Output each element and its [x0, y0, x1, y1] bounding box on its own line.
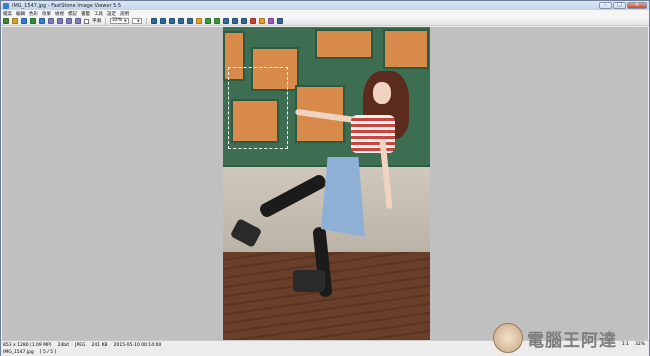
save-as-icon[interactable]: [30, 18, 36, 24]
print-icon[interactable]: [39, 18, 45, 24]
wallpaper-icon[interactable]: [267, 18, 274, 24]
save-icon[interactable]: [21, 18, 27, 24]
menu-bookmarks[interactable]: 書籤: [81, 11, 90, 17]
file-index: [ 5 / 5 ]: [39, 350, 57, 355]
photo-skirt: [321, 157, 365, 237]
zoom-actual-icon[interactable]: [75, 18, 81, 24]
flip-vertical-icon[interactable]: [177, 18, 184, 24]
open-icon[interactable]: [3, 18, 9, 24]
zoom-fit-icon[interactable]: [66, 18, 72, 24]
browse-folder-icon[interactable]: [12, 18, 18, 24]
menu-settings[interactable]: 設定: [107, 11, 116, 17]
menu-bar: 檔案 編輯 色彩 效果 檢視 標記 書籤 工具 設定 說明: [1, 10, 649, 17]
chevron-down-icon: ▼: [137, 19, 140, 23]
menu-view[interactable]: 檢視: [55, 11, 64, 17]
toolbar-separator: [145, 17, 147, 25]
toolbar: 平滑 32% ▼ ▼: [1, 17, 649, 26]
image-viewport[interactable]: [2, 27, 648, 340]
flip-horizontal-icon[interactable]: [168, 18, 175, 24]
photo-face: [373, 82, 391, 104]
image-dimensions: 853 x 1280 (1.09 MP): [3, 343, 52, 348]
displayed-photo[interactable]: [223, 27, 430, 340]
rotate-right-icon[interactable]: [159, 18, 166, 24]
zoom-in-icon[interactable]: [48, 18, 54, 24]
window-controls: – □ ×: [599, 2, 647, 9]
watermark-logo-icon: [493, 323, 523, 353]
menu-effects[interactable]: 效果: [42, 11, 51, 17]
info-icon[interactable]: [276, 18, 283, 24]
resize-icon[interactable]: [204, 18, 211, 24]
image-bitdepth: 24bit: [57, 343, 70, 348]
crop-icon[interactable]: [186, 18, 193, 24]
zoom-out-icon[interactable]: [57, 18, 63, 24]
image-info: 853 x 1280 (1.09 MP) 24bit JPEG 241 KB 2…: [3, 342, 161, 349]
image-date: 2015-05-10 00:14:00: [113, 343, 162, 348]
delete-icon[interactable]: [249, 18, 256, 24]
title-bar[interactable]: IMG_1547.jpg - FastStone Image Viewer 5.…: [1, 1, 649, 10]
photo-boot: [293, 270, 325, 292]
adjust-colors-icon[interactable]: [195, 18, 202, 24]
image-format: JPEG: [75, 343, 86, 348]
smooth-label: 平滑: [92, 19, 101, 24]
image-filesize: 241 KB: [91, 343, 108, 348]
rotate-left-icon[interactable]: [150, 18, 157, 24]
chevron-down-icon: ▼: [124, 19, 127, 23]
menu-tag[interactable]: 標記: [68, 11, 77, 17]
watermark-text: 電腦王阿達: [527, 330, 617, 351]
smooth-checkbox[interactable]: [84, 18, 89, 24]
zoom-select-value: 32%: [112, 18, 123, 23]
photo-window-pane: [383, 29, 429, 69]
photo-top: [351, 115, 395, 153]
menu-help[interactable]: 說明: [120, 11, 129, 17]
draw-icon[interactable]: [213, 18, 220, 24]
menu-edit[interactable]: 編輯: [16, 11, 25, 17]
menu-file[interactable]: 檔案: [3, 11, 12, 17]
file-info: IMG_1547.jpg [ 5 / 5 ]: [3, 349, 56, 356]
slideshow-icon[interactable]: [222, 18, 229, 24]
selection-marquee[interactable]: [228, 67, 288, 149]
toolbar-separator: [105, 17, 106, 25]
view-mode-select[interactable]: ▼: [131, 18, 142, 24]
window-title: IMG_1547.jpg - FastStone Image Viewer 5.…: [12, 2, 122, 9]
photo-window-pane: [315, 29, 373, 59]
menu-tools[interactable]: 工具: [94, 11, 103, 17]
minimize-button[interactable]: –: [599, 2, 612, 9]
app-window: IMG_1547.jpg - FastStone Image Viewer 5.…: [0, 0, 650, 356]
watermark: 電腦王阿達: [493, 319, 643, 356]
file-name: IMG_1547.jpg: [3, 350, 34, 355]
fullscreen-icon[interactable]: [231, 18, 238, 24]
app-icon: [3, 2, 9, 9]
compare-icon[interactable]: [240, 18, 247, 24]
menu-colors[interactable]: 色彩: [29, 11, 38, 17]
close-button[interactable]: ×: [627, 2, 647, 9]
email-icon[interactable]: [258, 18, 265, 24]
zoom-select[interactable]: 32% ▼: [110, 18, 129, 24]
maximize-button[interactable]: □: [613, 2, 626, 9]
